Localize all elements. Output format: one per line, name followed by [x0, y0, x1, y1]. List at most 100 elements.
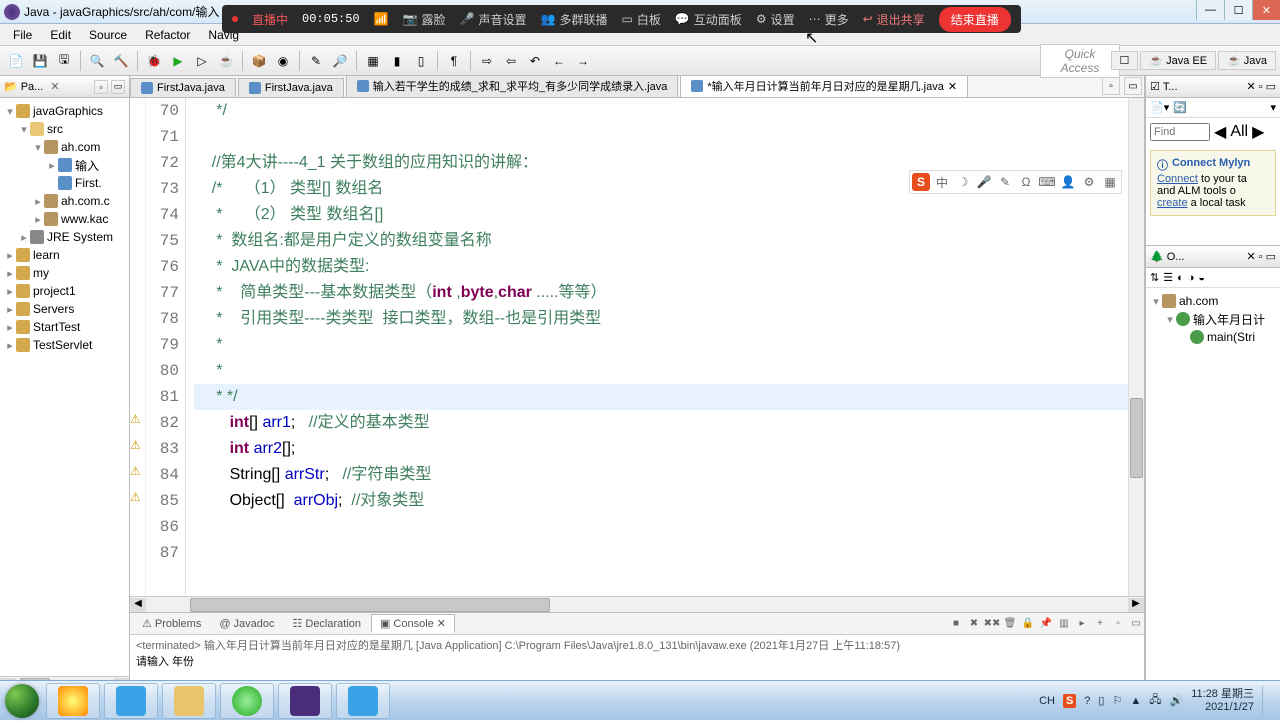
tray-up-icon[interactable]: ▲ [1130, 695, 1141, 707]
console-max-button[interactable]: ▭ [1128, 616, 1144, 632]
open-perspective-button[interactable]: ☐ [1111, 51, 1139, 70]
outline-filter-icon[interactable]: ☰ [1163, 271, 1173, 284]
task-max-button[interactable]: ▭ [1266, 80, 1276, 93]
console-terminate-icon[interactable]: ■ [948, 616, 964, 632]
task-explorer[interactable] [162, 683, 216, 719]
task-find-input[interactable] [1150, 123, 1210, 141]
task-sync-icon[interactable]: 🔄 [1173, 101, 1187, 114]
new-class-button[interactable]: ◉ [273, 51, 293, 71]
settings-button[interactable]: ⚙ 设置 [756, 11, 795, 28]
pkg-explorer-tab[interactable]: Pa... [21, 81, 44, 93]
console-remove-icon[interactable]: ✖ [966, 616, 982, 632]
mylyn-create-link[interactable]: create [1157, 197, 1188, 209]
tree-item[interactable]: ▾ah.com [0, 138, 129, 156]
perspective-java[interactable]: ☕Java [1218, 51, 1276, 70]
task-menu-icon[interactable]: ▾ [1270, 101, 1276, 114]
open-type-button[interactable]: 🔍 [87, 51, 107, 71]
tree-item[interactable]: ▸JRE System [0, 228, 129, 246]
menu-refactor[interactable]: Refactor [136, 25, 199, 45]
save-button[interactable]: 💾 [30, 51, 50, 71]
tray-sogou-icon[interactable]: S [1063, 694, 1076, 708]
tree-item[interactable]: ▸learn [0, 246, 129, 264]
tree-item[interactable]: ▸Servers [0, 300, 129, 318]
ime-pen-icon[interactable]: ✎ [996, 173, 1014, 191]
pkg-min-button[interactable]: ▫ [94, 80, 108, 94]
multi-group[interactable]: 👥 多群联播 [541, 11, 608, 28]
ime-omega-icon[interactable]: Ω [1017, 173, 1035, 191]
maximize-button[interactable]: ☐ [1224, 0, 1252, 20]
console-open-icon[interactable]: ▸ [1074, 616, 1090, 632]
prev-annotation[interactable]: ⇦ [501, 51, 521, 71]
tree-item[interactable]: ▾javaGraphics [0, 102, 129, 120]
debug-button[interactable]: 🐞 [144, 51, 164, 71]
run-button[interactable]: ▶ [168, 51, 188, 71]
tasklist-tab[interactable]: T... [1163, 81, 1178, 93]
tree-item[interactable]: ▸www.kac [0, 210, 129, 228]
editor-max-button[interactable]: ▭ [1124, 77, 1142, 95]
outline-min-button[interactable]: ▫ [1259, 251, 1263, 263]
tree-item[interactable]: ▸StartTest [0, 318, 129, 336]
editor-min-button[interactable]: ▫ [1102, 77, 1120, 95]
outline-max-button[interactable]: ▭ [1266, 250, 1276, 263]
task-browser[interactable] [220, 683, 274, 719]
ime-moon-icon[interactable]: ☽ [954, 173, 972, 191]
exit-share-button[interactable]: ↩ 退出共享 [863, 11, 925, 28]
console-pin-icon[interactable]: 📌 [1038, 616, 1054, 632]
quick-access-field[interactable]: Quick Access [1040, 44, 1120, 78]
find-prev-icon[interactable]: ◀ [1214, 122, 1226, 142]
tray-network-icon[interactable]: 🖧 [1149, 691, 1161, 710]
more-button[interactable]: ⋯ 更多 [809, 11, 849, 28]
pkg-max-button[interactable]: ▭ [111, 80, 125, 94]
tree-item[interactable]: ▸my [0, 264, 129, 282]
console-scroll-lock-icon[interactable]: 🔒 [1020, 616, 1036, 632]
camera-toggle[interactable]: 📷 露脸 [403, 11, 446, 28]
tray-flag-icon[interactable]: ⚐ [1112, 694, 1122, 707]
minimize-button[interactable]: — [1196, 0, 1224, 20]
menu-source[interactable]: Source [80, 25, 136, 45]
tree-item[interactable]: ▸ah.com.c [0, 192, 129, 210]
outline-sort-icon[interactable]: ⇅ [1150, 271, 1159, 284]
show-desktop-button[interactable] [1262, 686, 1272, 716]
block-selection[interactable]: ▯ [411, 51, 431, 71]
outline-close-icon[interactable]: ✕ [1246, 250, 1255, 263]
next-annotation[interactable]: ⇨ [477, 51, 497, 71]
interact-panel[interactable]: 💬 互动面板 [675, 11, 742, 28]
ime-mic-icon[interactable]: 🎤 [975, 173, 993, 191]
console-display-icon[interactable]: ▥ [1056, 616, 1072, 632]
console-new-icon[interactable]: + [1092, 616, 1108, 632]
menu-file[interactable]: File [4, 25, 41, 45]
console-close-icon[interactable]: ✕ [437, 617, 446, 630]
editor-tab-active[interactable]: *输入年月日计算当前年月日对应的是星期几.java✕ [680, 74, 968, 97]
ime-keyboard-icon[interactable]: ⌨ [1038, 173, 1056, 191]
tree-item[interactable]: ▸project1 [0, 282, 129, 300]
console-min-button[interactable]: ▫ [1110, 616, 1126, 632]
outline-hide-fields-icon[interactable]: ◐ [1177, 272, 1184, 284]
task-all-label[interactable]: All [1230, 123, 1248, 141]
editor-tab-3[interactable]: 输入若干学生的成绩_求和_求平均_有多少同学成绩录入.java [346, 74, 679, 97]
show-whitespace[interactable]: ¶ [444, 51, 464, 71]
new-button[interactable]: 📄 [6, 51, 26, 71]
menu-edit[interactable]: Edit [41, 25, 80, 45]
ime-grid-icon[interactable]: ▦ [1101, 173, 1119, 191]
tray-help-icon[interactable]: ? [1084, 695, 1090, 707]
outline-item[interactable]: main(Stri [1150, 328, 1276, 346]
vertical-scrollbar[interactable] [1128, 98, 1144, 596]
console-remove-all-icon[interactable]: ✖✖ [984, 616, 1000, 632]
tray-ime-label[interactable]: CH [1039, 695, 1055, 707]
mylyn-connect-link[interactable]: Connect [1157, 173, 1198, 185]
forward-history[interactable]: → [573, 51, 593, 71]
outline-item[interactable]: ▾输入年月日计 [1150, 310, 1276, 328]
run-last-button[interactable]: ▷ [192, 51, 212, 71]
coverage-button[interactable]: ☕ [216, 51, 236, 71]
new-package-button[interactable]: 📦 [249, 51, 269, 71]
task-eclipse[interactable] [278, 683, 332, 719]
end-stream-button[interactable]: 结束直播 [939, 7, 1011, 32]
console-clear-icon[interactable]: 🗑 [1002, 616, 1018, 632]
outline-hide-static-icon[interactable]: ◑ [1188, 272, 1195, 284]
mark-occurrences[interactable]: ▮ [387, 51, 407, 71]
tray-clock[interactable]: 11:28 星期三 2021/1/27 [1191, 688, 1254, 714]
ime-gear-icon[interactable]: ⚙ [1080, 173, 1098, 191]
editor-tab-2[interactable]: FirstJava.java [238, 78, 344, 97]
perspective-javaee[interactable]: ☕Java EE [1140, 51, 1216, 70]
tab-declaration[interactable]: ☷ Declaration [285, 615, 370, 632]
